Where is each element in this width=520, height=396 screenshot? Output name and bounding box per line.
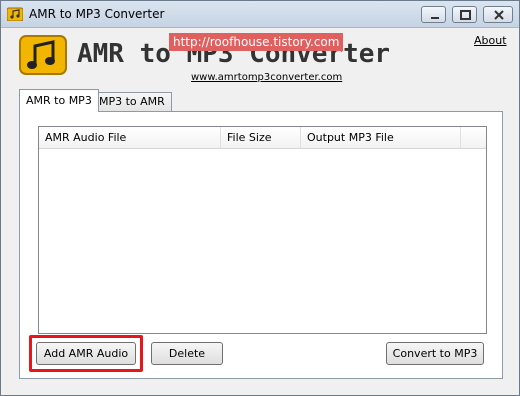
convert-to-mp3-button[interactable]: Convert to MP3: [386, 342, 484, 365]
tab-amr-to-mp3[interactable]: AMR to MP3: [19, 89, 99, 112]
title-bar[interactable]: AMR to MP3 Converter: [1, 1, 519, 28]
music-note-icon: [19, 35, 67, 75]
minimize-button[interactable]: [421, 6, 446, 23]
column-header-output-mp3-file[interactable]: Output MP3 File: [301, 127, 461, 149]
maximize-button[interactable]: [452, 6, 477, 23]
app-icon: [7, 7, 23, 21]
highlight-box: [29, 335, 143, 372]
minimize-icon: [431, 17, 439, 19]
column-header-file-size[interactable]: File Size: [221, 127, 301, 149]
column-header-amr-audio-file[interactable]: AMR Audio File: [39, 127, 221, 149]
file-list[interactable]: AMR Audio File File Size Output MP3 File: [38, 126, 487, 334]
maximize-icon: [460, 10, 471, 20]
watermark-text: http://roofhouse.tistory.com: [169, 33, 344, 51]
close-icon: [494, 10, 504, 20]
window-title: AMR to MP3 Converter: [29, 7, 165, 21]
app-window: AMR to MP3 Converter AMR to MP3 Converte…: [0, 0, 520, 396]
close-button[interactable]: [483, 6, 513, 23]
website-link[interactable]: www.amrtomp3converter.com: [191, 72, 342, 83]
tab-mp3-to-amr[interactable]: MP3 to AMR: [92, 92, 172, 112]
about-link[interactable]: About: [474, 34, 507, 47]
delete-button[interactable]: Delete: [151, 342, 223, 365]
file-list-header: AMR Audio File File Size Output MP3 File: [39, 127, 486, 149]
